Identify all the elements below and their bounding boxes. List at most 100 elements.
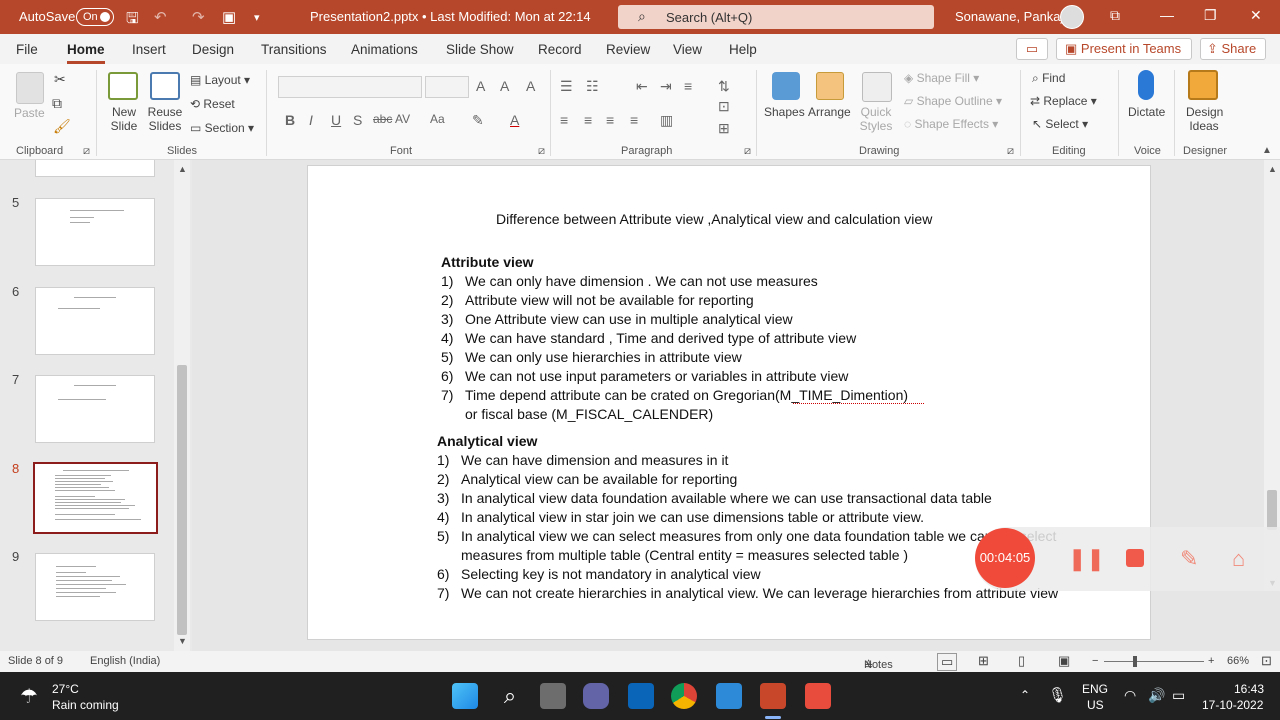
shadow-icon[interactable]: S [353,112,362,128]
clear-format-icon[interactable]: A [526,78,535,94]
shapes-button[interactable]: Shapes [764,105,805,119]
tab-file[interactable]: File [16,42,38,57]
task-view-icon[interactable] [540,683,566,709]
section-heading-analytical[interactable]: Analytical view [437,433,537,449]
drawing-launcher-icon[interactable]: ⧄ [1007,145,1014,158]
paste-button[interactable]: Paste [14,106,45,120]
new-slide-button[interactable]: New Slide [104,105,144,133]
align-center-icon[interactable]: ≡ [584,112,592,128]
align-left-icon[interactable]: ≡ [560,112,568,128]
shape-effects-button[interactable]: ◌ Shape Effects ▾ [904,117,998,131]
document-title[interactable]: Presentation2.pptx • Last Modified: Mon … [310,9,591,24]
save-icon[interactable]: 🖫 [126,8,139,33]
align-text-icon[interactable]: ⊡ [718,98,730,115]
avatar[interactable] [1060,5,1084,29]
volume-icon[interactable]: 🔊 [1148,687,1165,704]
justify-icon[interactable]: ≡ [630,112,638,128]
arrange-button[interactable]: Arrange [808,105,851,119]
thumbnail-slide-6[interactable] [35,287,155,355]
present-in-teams-button[interactable]: ▣ Present in Teams [1056,38,1192,60]
columns-icon[interactable]: ▥ [660,112,673,129]
find-button[interactable]: ⌕ Find [1032,71,1065,85]
redo-icon[interactable]: ↷ [192,8,205,26]
wifi-icon[interactable]: ◠ [1124,687,1136,704]
reuse-slides-button[interactable]: Reuse Slides [146,105,184,133]
reuse-slides-icon[interactable] [150,72,180,100]
bullets-icon[interactable]: ☰ [560,78,573,95]
font-name-input[interactable] [278,76,422,98]
tab-view[interactable]: View [673,42,702,57]
align-right-icon[interactable]: ≡ [606,112,614,128]
section-heading-attribute[interactable]: Attribute view [441,254,534,270]
customize-qat-icon[interactable]: ▾ [254,11,260,24]
weather-temperature[interactable]: 27°C [52,682,79,696]
user-name[interactable]: Sonawane, Pankaj [955,9,1063,24]
tab-review[interactable]: Review [606,42,650,57]
increase-indent-icon[interactable]: ⇥ [660,78,672,95]
dictate-button[interactable]: Dictate [1128,105,1165,119]
zoom-slider-handle[interactable] [1133,656,1137,667]
shapes-icon[interactable] [772,72,800,100]
tab-record[interactable]: Record [538,42,582,57]
home-icon[interactable]: ⌂ [1232,546,1245,572]
quick-styles-icon[interactable] [862,72,892,102]
autosave-toggle[interactable]: On [76,8,114,26]
thumbnail-slide-8[interactable] [33,462,158,534]
italic-icon[interactable]: I [309,112,313,128]
thumbnail-slide-5[interactable] [35,198,155,266]
recording-timer[interactable]: 00:04:05 [975,528,1035,588]
thumbnail-scrollbar[interactable]: ▲ ▼ [174,160,190,651]
section-button[interactable]: ▭ Section ▾ [190,121,254,135]
arrange-icon[interactable] [816,72,844,100]
screen-recorder-icon[interactable] [805,683,831,709]
layout-button[interactable]: ▤ Layout ▾ [190,73,250,87]
design-ideas-button[interactable]: Design Ideas [1186,105,1223,133]
decrease-font-icon[interactable]: A [500,78,509,94]
clock-date[interactable]: 17-10-2022 [1202,698,1263,712]
underline-icon[interactable]: U [331,112,341,128]
chrome-icon[interactable] [671,683,697,709]
restore-icon[interactable]: ❐ [1204,7,1217,24]
cut-icon[interactable]: ✂ [54,72,66,86]
clipboard-launcher-icon[interactable]: ⧄ [83,145,90,158]
teams-chat-icon[interactable] [583,683,609,709]
font-size-input[interactable] [425,76,469,98]
tab-slide-show[interactable]: Slide Show [446,42,514,57]
font-launcher-icon[interactable]: ⧄ [538,145,545,158]
zoom-in-icon[interactable]: + [1208,655,1214,667]
thumbnail-slide-7[interactable] [35,375,155,443]
tab-home[interactable]: Home [67,42,105,57]
language-indicator[interactable]: English (India) [90,655,160,667]
normal-view-icon[interactable]: ▭ [937,653,958,671]
scroll-up-icon[interactable]: ▲ [1268,164,1277,174]
tab-help[interactable]: Help [729,42,757,57]
weather-icon[interactable]: ☂ [20,684,38,709]
scrollbar-thumb[interactable] [177,365,187,635]
highlight-icon[interactable]: ✎ [472,112,484,129]
new-slide-icon[interactable] [108,72,138,100]
smartart-icon[interactable]: ⊞ [718,120,730,137]
strikethrough-icon[interactable]: abc [373,112,392,126]
present-from-start-icon[interactable]: ▣ [222,8,236,26]
shape-fill-button[interactable]: ◈ Shape Fill ▾ [904,71,979,85]
minimize-icon[interactable]: — [1160,7,1174,23]
reading-view-icon[interactable]: ▯ [1018,653,1025,669]
outlook-icon[interactable] [628,683,654,709]
remote-desktop-icon[interactable] [716,683,742,709]
copy-icon[interactable]: ⧉ [52,96,62,110]
tab-insert[interactable]: Insert [132,42,166,57]
slideshow-view-icon[interactable]: ▣ [1058,653,1070,669]
stop-icon[interactable] [1126,549,1144,567]
microphone-icon[interactable]: 🎙 [1048,686,1067,704]
design-ideas-icon[interactable] [1188,70,1218,100]
comments-button[interactable]: ▭ [1016,38,1048,60]
reset-button[interactable]: ⟲ Reset [190,97,235,111]
tab-design[interactable]: Design [192,42,234,57]
select-button[interactable]: ↖ Select ▾ [1032,117,1088,131]
zoom-slider[interactable] [1104,661,1204,662]
text-direction-icon[interactable]: ⇅ [718,78,730,95]
tab-animations[interactable]: Animations [351,42,418,57]
shape-outline-button[interactable]: ▱ Shape Outline ▾ [904,94,1002,108]
keyboard-layout[interactable]: US [1087,698,1104,712]
pen-icon[interactable]: ✎ [1180,546,1198,572]
